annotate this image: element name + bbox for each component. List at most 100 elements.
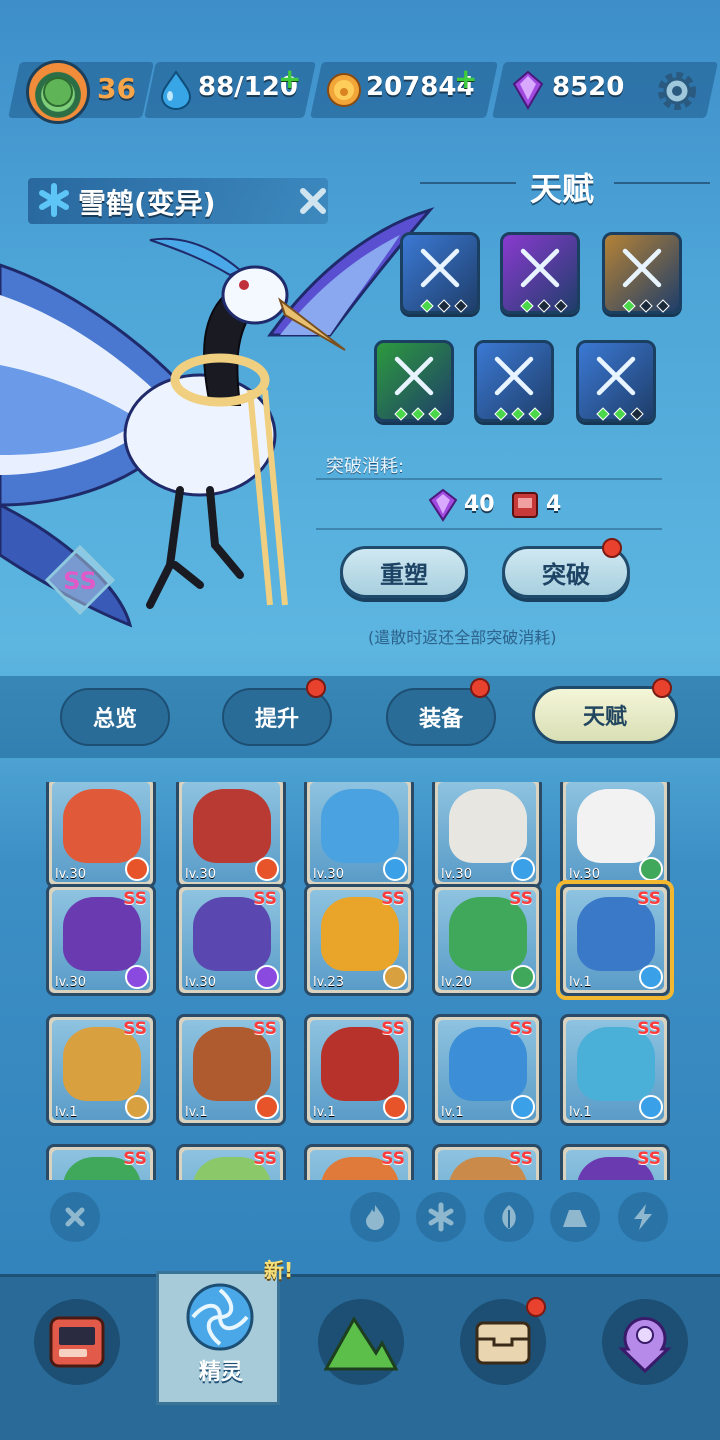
talent-book-icon	[512, 492, 538, 518]
divider-top	[316, 478, 662, 480]
earth-element-icon	[383, 965, 407, 989]
earth-icon	[563, 1210, 587, 1227]
creature-card[interactable]: lv.30	[176, 782, 286, 888]
tab-overview[interactable]: 总览	[60, 688, 170, 746]
green-claw-icon	[394, 356, 434, 396]
selected-card-frame	[556, 880, 674, 1000]
card-rank-label: SS	[253, 1019, 277, 1039]
top-resource-bar: 36 88/120 + 207844 + 8520	[0, 58, 720, 124]
card-rank-label: SS	[253, 1149, 277, 1169]
creature-card-grid: lv.30 lv.30 lv.30 lv.30 lv.30 SS lv.30 SS lv.30 S…	[0, 782, 720, 1180]
sprite-swirl-icon	[186, 1283, 254, 1351]
creature-portrait	[449, 789, 527, 863]
filter-fire-button[interactable]	[350, 1192, 400, 1242]
earth-element-icon	[125, 1095, 149, 1119]
creature-card[interactable]: lv.30	[560, 782, 670, 888]
nav-sprite-label: 精灵	[198, 1360, 243, 1385]
cost-book-value: 4	[546, 492, 562, 517]
rank-badge: SS	[45, 545, 115, 615]
nav-sprite-button[interactable]: 精灵	[156, 1271, 280, 1405]
creature-card[interactable]: SS lv.1	[46, 1014, 156, 1126]
card-rank-label: SS	[123, 889, 147, 909]
talent-title: 天赋	[530, 170, 595, 208]
filter-ice-button[interactable]	[416, 1192, 466, 1242]
leaf-icon	[502, 1205, 516, 1229]
creature-card[interactable]: SS	[176, 1144, 286, 1180]
card-rank-label: SS	[253, 889, 277, 909]
creature-card[interactable]: SS lv.30	[176, 884, 286, 996]
filter-clear-button[interactable]	[50, 1192, 100, 1242]
creature-card[interactable]: lv.30	[304, 782, 414, 888]
talent-skill-slot[interactable]	[576, 340, 656, 422]
skill-level-dots	[420, 299, 468, 313]
detail-tab-bar: 总览 提升 装备 天赋	[0, 676, 720, 758]
filter-earth-button[interactable]	[550, 1192, 600, 1242]
tab-talent-badge	[652, 678, 672, 698]
shop-icon	[49, 1316, 105, 1368]
fire-element-icon	[125, 857, 149, 881]
player-level: 36	[97, 72, 136, 105]
player-avatar[interactable]	[26, 60, 90, 124]
creature-card[interactable]: SS	[46, 1144, 156, 1180]
electric-element-icon	[255, 965, 279, 989]
clear-x-icon	[65, 1207, 85, 1227]
ice-element-icon	[383, 857, 407, 881]
gem-icon	[428, 488, 458, 522]
card-level-label: lv.30	[441, 867, 472, 882]
card-level-label: lv.1	[569, 1105, 592, 1120]
creature-portrait	[63, 789, 141, 863]
card-rank-label: SS	[123, 1149, 147, 1169]
breakthrough-label: 突破	[542, 560, 590, 589]
purple-slash-icon	[520, 248, 560, 288]
talent-skill-slot[interactable]	[474, 340, 554, 422]
creature-card[interactable]: SS lv.23	[304, 884, 414, 996]
creature-card[interactable]: SS lv.1	[560, 1014, 670, 1126]
nav-map-button[interactable]	[602, 1299, 688, 1385]
cost-gem-value: 40	[464, 492, 495, 517]
talent-skill-slot[interactable]	[602, 232, 682, 314]
creature-card[interactable]: SS lv.1	[176, 1014, 286, 1126]
card-rank-label: SS	[637, 1149, 661, 1169]
avatar-face-icon	[43, 77, 73, 107]
svg-text:SS: SS	[63, 567, 97, 595]
card-level-label: lv.30	[55, 867, 86, 882]
settings-gear-icon[interactable]	[654, 68, 700, 114]
creature-card[interactable]: SS lv.20	[432, 884, 542, 996]
nav-adventure-button[interactable]	[318, 1299, 404, 1385]
card-level-label: lv.30	[185, 867, 216, 882]
reforge-button[interactable]: 重塑	[340, 546, 468, 598]
card-rank-label: SS	[381, 889, 405, 909]
card-rank-label: SS	[509, 1149, 533, 1169]
add-coin-button[interactable]: +	[454, 62, 477, 95]
creature-card[interactable]: lv.30	[432, 782, 542, 888]
creature-card[interactable]: SS lv.1	[432, 1014, 542, 1126]
electric-element-icon	[125, 965, 149, 989]
creature-card[interactable]: SS	[560, 1144, 670, 1180]
creature-card[interactable]: SS lv.1	[304, 1014, 414, 1126]
card-level-label: lv.1	[185, 1105, 208, 1120]
filter-leaf-button[interactable]	[484, 1192, 534, 1242]
ice-element-icon	[511, 857, 535, 881]
tab-upgrade-badge	[306, 678, 326, 698]
creature-card[interactable]: lv.30	[46, 782, 156, 888]
bag-chest-icon	[475, 1321, 531, 1365]
creature-card[interactable]: SS lv.30	[46, 884, 156, 996]
title-deco-left	[420, 182, 516, 184]
talent-skill-slot[interactable]	[374, 340, 454, 422]
add-stamina-button[interactable]: +	[278, 62, 301, 95]
fire-element-icon	[255, 1095, 279, 1119]
gem-value: 8520	[552, 72, 625, 102]
talent-skill-slot[interactable]	[400, 232, 480, 314]
ice-spike-icon	[596, 356, 636, 396]
talent-skill-slot[interactable]	[500, 232, 580, 314]
card-rank-label: SS	[509, 889, 533, 909]
breakthrough-cost-label: 突破消耗:	[326, 456, 405, 477]
creature-card[interactable]: SS	[304, 1144, 414, 1180]
leaf-element-icon	[511, 965, 535, 989]
coin-icon	[327, 73, 361, 107]
card-level-label: lv.20	[441, 975, 472, 990]
nav-shop-button[interactable]	[34, 1299, 120, 1385]
breakthrough-cost-row: 40 4	[428, 488, 588, 524]
creature-card[interactable]: SS	[432, 1144, 542, 1180]
filter-electric-button[interactable]	[618, 1192, 668, 1242]
